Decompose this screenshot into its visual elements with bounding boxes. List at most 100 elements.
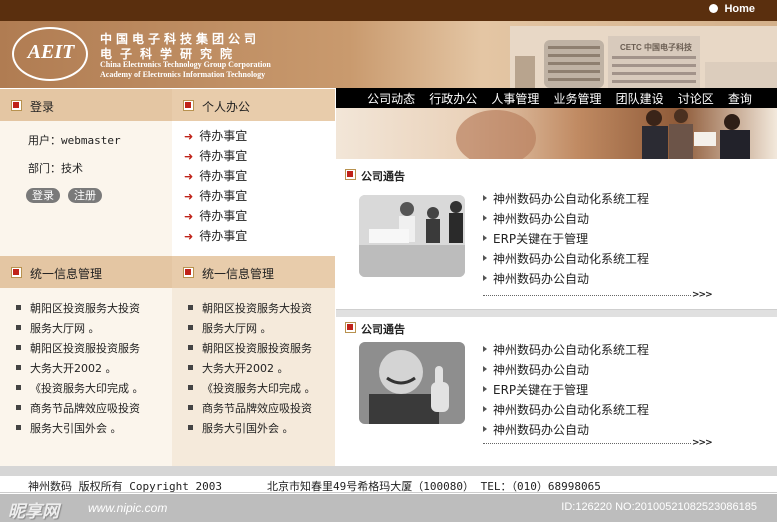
office-panel: ➜ 待办事宜 ➜ 待办事宜 ➜ 待办事宜 ➜ 待办事宜 ➜ 待办事宜 ➜ 待办事宜 xyxy=(172,121,335,258)
notice-item[interactable]: 神州数码办公自动 xyxy=(483,270,649,290)
banner-people-graphic xyxy=(456,109,750,159)
dept-label: 部门：技术 xyxy=(28,162,83,175)
list-item[interactable]: 服务大厅网 。 xyxy=(16,320,144,340)
todo-label: 待办事宜 xyxy=(199,229,248,243)
bullet-icon xyxy=(16,425,21,430)
triangle-icon xyxy=(483,255,487,261)
list-item[interactable]: 服务大引国外会 。 xyxy=(188,420,316,440)
notice-item[interactable]: 神州数码办公自动 xyxy=(483,421,649,441)
triangle-icon xyxy=(483,386,487,392)
notice-item[interactable]: 神州数码办公自动化系统工程 xyxy=(483,190,649,210)
list-item[interactable]: 《投资服务大印完成 。 xyxy=(16,380,144,400)
bullet-icon xyxy=(16,405,21,410)
bullet-icon xyxy=(188,325,193,330)
todo-label: 待办事宜 xyxy=(199,189,248,203)
footer-divider xyxy=(0,466,777,476)
top-bar: Home xyxy=(0,0,777,21)
dotted-divider xyxy=(483,295,691,296)
red-arrow-icon: ➜ xyxy=(184,190,194,203)
notice-item[interactable]: ERP关键在于管理 xyxy=(483,381,649,401)
info-left-header: 统一信息管理 xyxy=(0,256,172,288)
bullet-icon xyxy=(188,305,193,310)
register-button[interactable]: 注册 xyxy=(68,188,102,203)
list-item[interactable]: 大务大开2002 。 xyxy=(188,360,316,380)
info-right-header: 统一信息管理 xyxy=(172,256,335,288)
notice-item[interactable]: ERP关键在于管理 xyxy=(483,230,649,250)
list-item-label: 服务大引国外会 。 xyxy=(202,422,294,435)
notice-item-label: 神州数码办公自动化系统工程 xyxy=(493,343,650,357)
red-arrow-icon: ➜ xyxy=(184,170,194,183)
nav-item-hr[interactable]: 人事管理 xyxy=(491,90,539,107)
bullet-icon xyxy=(188,345,193,350)
list-item-label: 商务节品牌效应吸投资 xyxy=(30,402,140,415)
site-header: AEIT 中国电子科技集团公司 电子科学研究院 China Electronic… xyxy=(0,21,777,88)
list-item[interactable]: 商务节品牌效应吸投资 xyxy=(188,400,316,420)
notice-item[interactable]: 神州数码办公自动化系统工程 xyxy=(483,341,649,361)
bullet-icon xyxy=(16,325,21,330)
info-right-list: 朝阳区投资服务大投资 服务大厅网 。 朝阳区投资服投资服务 大务大开2002 。… xyxy=(188,300,316,440)
triangle-icon xyxy=(483,215,487,221)
nav-item-team[interactable]: 团队建设 xyxy=(616,90,664,107)
notice-item[interactable]: 神州数码办公自动化系统工程 xyxy=(483,250,649,270)
login-panel-header: 登录 xyxy=(0,89,172,121)
notice-title-2: 公司通告 xyxy=(361,323,405,336)
bullet-icon xyxy=(16,305,21,310)
nav-item-admin-office[interactable]: 行政办公 xyxy=(429,90,477,107)
notice-item-label: 神州数码办公自动 xyxy=(493,423,590,437)
list-item[interactable]: 朝阳区投资服务大投资 xyxy=(16,300,144,320)
notice-item[interactable]: 神州数码办公自动化系统工程 xyxy=(483,401,649,421)
notice-item-label: 神州数码办公自动化系统工程 xyxy=(493,192,650,206)
todo-item[interactable]: ➜ 待办事宜 xyxy=(184,167,247,184)
red-arrow-icon: ➜ xyxy=(184,130,194,143)
list-item-label: 服务大引国外会 。 xyxy=(30,422,122,435)
todo-item[interactable]: ➜ 待办事宜 xyxy=(184,187,247,204)
nav-item-business[interactable]: 业务管理 xyxy=(553,90,601,107)
list-item[interactable]: 大务大开2002 。 xyxy=(16,360,144,380)
notice-item-label: 神州数码办公自动 xyxy=(493,363,590,377)
list-item-label: 大务大开2002 。 xyxy=(202,362,289,375)
login-button[interactable]: 登录 xyxy=(26,188,60,203)
list-item[interactable]: 《投资服务大印完成 。 xyxy=(188,380,316,400)
red-square-icon xyxy=(345,322,356,333)
notice-item[interactable]: 神州数码办公自动 xyxy=(483,361,649,381)
footer: 神州数码 版权所有 Copyright 2003 北京市知春里49号希格玛大厦（… xyxy=(0,476,777,493)
more-link[interactable]: >>> xyxy=(692,438,713,448)
todo-label: 待办事宜 xyxy=(199,149,248,163)
notice-item-label: 神州数码办公自动化系统工程 xyxy=(493,403,650,417)
logo[interactable]: AEIT xyxy=(14,41,88,64)
notice-item-label: 神州数码办公自动化系统工程 xyxy=(493,252,650,266)
todo-item[interactable]: ➜ 待办事宜 xyxy=(184,127,247,144)
todo-item[interactable]: ➜ 待办事宜 xyxy=(184,227,247,244)
list-item-label: 朝阳区投资服务大投资 xyxy=(30,302,140,315)
triangle-icon xyxy=(483,275,487,281)
bullet-icon xyxy=(16,365,21,370)
todo-label: 待办事宜 xyxy=(199,129,248,143)
home-link[interactable]: Home xyxy=(709,3,755,15)
section-separator xyxy=(336,309,777,317)
notice-item[interactable]: 神州数码办公自动 xyxy=(483,210,649,230)
red-arrow-icon: ➜ xyxy=(184,230,194,243)
bullet-icon xyxy=(16,385,21,390)
list-item[interactable]: 服务大厅网 。 xyxy=(188,320,316,340)
nav-item-search[interactable]: 查询 xyxy=(728,90,752,107)
bullet-icon xyxy=(188,425,193,430)
list-item-label: 服务大厅网 。 xyxy=(202,322,272,335)
triangle-icon xyxy=(483,406,487,412)
list-item[interactable]: 服务大引国外会 。 xyxy=(16,420,144,440)
list-item[interactable]: 朝阳区投资服务大投资 xyxy=(188,300,316,320)
info-right-panel: 朝阳区投资服务大投资 服务大厅网 。 朝阳区投资服投资服务 大务大开2002 。… xyxy=(172,288,335,466)
list-item[interactable]: 商务节品牌效应吸投资 xyxy=(16,400,144,420)
todo-item[interactable]: ➜ 待办事宜 xyxy=(184,207,247,224)
red-square-icon xyxy=(11,100,22,111)
info-left-title: 统一信息管理 xyxy=(30,267,103,281)
address-text: 北京市知春里49号希格玛大厦（100080） TEL：（010）68998065 xyxy=(267,480,601,493)
list-item[interactable]: 朝阳区投资服投资服务 xyxy=(16,340,144,360)
watermark-site: 昵享网 xyxy=(8,502,59,521)
more-link[interactable]: >>> xyxy=(692,290,713,300)
nav-item-forum[interactable]: 讨论区 xyxy=(678,90,714,107)
nav-item-company-news[interactable]: 公司动态 xyxy=(367,90,415,107)
todo-item[interactable]: ➜ 待办事宜 xyxy=(184,147,247,164)
list-item[interactable]: 朝阳区投资服投资服务 xyxy=(188,340,316,360)
triangle-icon xyxy=(483,366,487,372)
info-right-title: 统一信息管理 xyxy=(202,267,275,281)
